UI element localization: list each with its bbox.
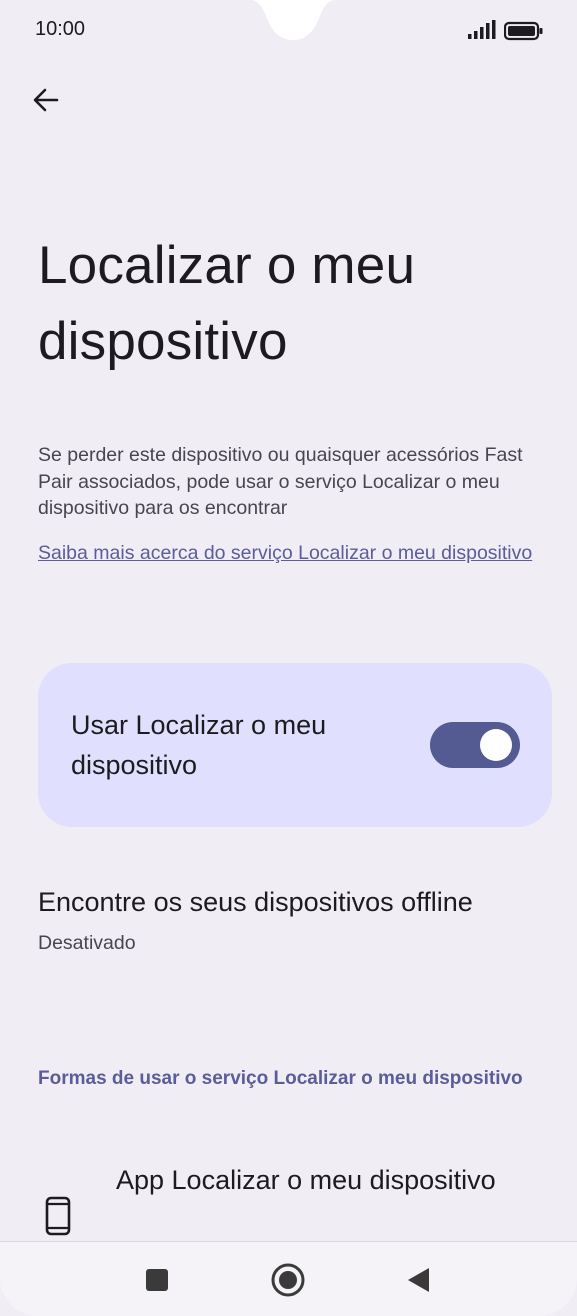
- offline-setting-title: Encontre os seus dispositivos offline: [38, 887, 473, 917]
- back-triangle-icon: [408, 1268, 429, 1292]
- back-button[interactable]: [24, 80, 68, 120]
- navigation-bar: [0, 1241, 577, 1316]
- status-time: 10:00: [35, 18, 86, 40]
- switch-thumb: [480, 729, 512, 761]
- nav-back-button[interactable]: [398, 1260, 438, 1300]
- offline-devices-setting[interactable]: Encontre os seus dispositivos offline De…: [38, 882, 548, 956]
- use-find-my-device-toggle-card[interactable]: Usar Localizar o meu dispositivo: [38, 663, 552, 827]
- recents-button[interactable]: [137, 1260, 177, 1300]
- home-button[interactable]: [268, 1260, 308, 1300]
- ways-section-header: Formas de usar o serviço Localizar o meu…: [38, 1068, 523, 1089]
- find-my-device-switch[interactable]: [430, 722, 520, 768]
- home-circle-icon: [271, 1263, 305, 1297]
- learn-more-link[interactable]: Saiba mais acerca do serviço Localizar o…: [38, 538, 538, 569]
- camera-notch: [250, 0, 336, 40]
- list-item-find-my-device-app[interactable]: App Localizar o meu dispositivo: [0, 1160, 577, 1244]
- offline-setting-status: Desativado: [38, 932, 136, 954]
- page-title: Localizar o meu dispositivo: [38, 236, 416, 371]
- screen: 10:00 Localizar o meu dispositivo Se per…: [0, 0, 577, 1316]
- phone-icon: [45, 1196, 71, 1236]
- signal-icon: [468, 20, 496, 39]
- page-description: Se perder este dispositivo ou quaisquer …: [38, 444, 523, 519]
- arrow-back-icon: [33, 88, 59, 112]
- list-item-label: App Localizar o meu dispositivo: [116, 1165, 496, 1195]
- toggle-label: Usar Localizar o meu dispositivo: [71, 710, 327, 780]
- battery-icon: [504, 21, 543, 41]
- status-bar: 10:00: [0, 0, 577, 64]
- recents-square-icon: [146, 1269, 168, 1291]
